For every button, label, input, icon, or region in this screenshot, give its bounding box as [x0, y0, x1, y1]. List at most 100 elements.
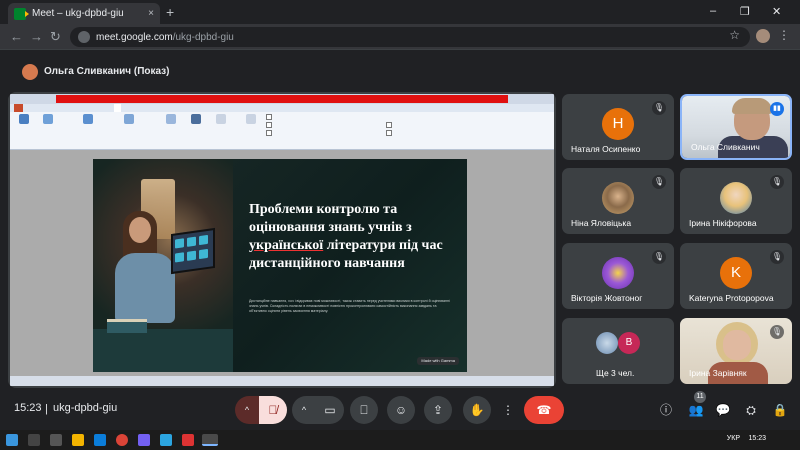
ppt-ribbon-tabs [10, 104, 554, 112]
chrome-icon[interactable] [116, 434, 128, 446]
browser-tab-bar: Meet – ukg-dpbd-giu × + – ❐ ✕ [0, 0, 800, 24]
telegram-icon[interactable] [160, 434, 172, 446]
leave-call-button[interactable]: ☎ [524, 396, 564, 424]
start-icon[interactable] [6, 434, 18, 446]
ppt-title-highlight [56, 95, 508, 103]
meeting-code: ukg-dpbd-giu [53, 402, 118, 414]
tab-close-icon[interactable]: × [148, 8, 154, 19]
mic-toggle-button[interactable]: 🎙̸ [259, 396, 287, 424]
mic-off-icon: 🎙̸ [268, 403, 278, 417]
participant-name: Ірина Нікіфорова [689, 218, 757, 228]
ppt-canvas: Проблеми контролю та оцінювання знань уч… [10, 150, 554, 376]
meeting-time: 15:23 [14, 402, 42, 414]
camera-options-button[interactable]: ^ [292, 396, 316, 424]
avatar: K [720, 257, 752, 289]
mic-off-icon: 🎙 [652, 175, 666, 189]
present-button[interactable]: ⇪ [424, 396, 452, 424]
chrome-active-icon[interactable] [202, 434, 218, 446]
ppt-file-tab [14, 104, 24, 112]
search-icon[interactable] [28, 434, 40, 446]
presenting-bar: Ольга Сливканич (Показ) [8, 58, 792, 86]
ppt-tab [68, 104, 69, 112]
present-icon: ⇪ [432, 403, 444, 417]
language-indicator[interactable]: УКР [727, 435, 740, 442]
profile-avatar[interactable] [756, 29, 770, 43]
desk [93, 329, 233, 372]
people-count-badge: 11 [694, 391, 706, 403]
camera-toggle-button[interactable]: ▭ [316, 396, 344, 424]
participant-tile[interactable]: 🎙 Ніна Яловіцька [562, 168, 674, 234]
mic-off-icon: 🎙 [770, 325, 784, 339]
ppt-title-bar [10, 94, 554, 104]
maximize-button[interactable]: ❐ [740, 5, 750, 18]
mic-options-button[interactable]: ^ [235, 396, 259, 424]
ppt-tab-active [113, 104, 121, 112]
slide-body: Дистанційне навчання, хоч і відкриває но… [249, 299, 450, 313]
separator: | [45, 403, 48, 415]
url-path: /ukg-dpbd-giu [172, 31, 234, 43]
tab-title: Meet – ukg-dpbd-giu [32, 8, 124, 19]
more-vert-icon: ⋮ [502, 403, 514, 417]
gamma-badge: Made with Gamma [417, 357, 459, 365]
participant-tile[interactable]: 🎙 Вікторія Жовтоног [562, 243, 674, 309]
presenter-avatar [22, 64, 38, 80]
new-tab-button[interactable]: + [166, 4, 174, 20]
participant-tile[interactable]: 🎙 Ірина Зарівняк [680, 318, 792, 384]
bookmark-star-icon[interactable]: ☆ [729, 28, 740, 42]
url-input[interactable]: meet.google.com/ukg-dpbd-giu [70, 27, 750, 47]
viber-icon[interactable] [138, 434, 150, 446]
participant-tile[interactable]: K 🎙 Kateryna Protopopova [680, 243, 792, 309]
ppt-ribbon-button [210, 114, 232, 148]
ppt-checkbox [386, 130, 395, 136]
pdf-icon[interactable] [182, 434, 194, 446]
task-view-icon[interactable] [50, 434, 62, 446]
chat-icon[interactable]: 💬 [713, 400, 733, 420]
captions-button[interactable]: ⎕ [350, 396, 378, 424]
url-host: meet.google.com [96, 31, 173, 43]
activities-icon[interactable]: ⛭ [741, 400, 761, 420]
ppt-checkbox [266, 122, 275, 128]
file-explorer-icon[interactable] [72, 434, 84, 446]
forward-icon[interactable]: → [30, 29, 43, 44]
hangup-icon: ☎ [536, 403, 552, 417]
presentation-tile[interactable]: Проблеми контролю та оцінювання знань уч… [8, 92, 556, 388]
reload-icon[interactable]: ↻ [50, 29, 61, 45]
more-participants-label: Ще 3 чел. [596, 368, 635, 378]
browser-menu-icon[interactable]: ⋮ [778, 28, 790, 42]
minimize-button[interactable]: – [710, 5, 716, 17]
os-taskbar: УКР 15:23 [0, 430, 800, 450]
mic-off-icon: 🎙 [652, 250, 666, 264]
ppt-status-bar [10, 376, 554, 386]
ppt-ribbon-button [38, 114, 58, 148]
close-window-button[interactable]: ✕ [772, 5, 781, 18]
mic-off-icon: 🎙 [770, 175, 784, 189]
participant-tile[interactable]: 🎙 Ірина Нікіфорова [680, 168, 792, 234]
participant-tile-active[interactable]: ▮▮ Ольга Сливканич [680, 94, 792, 160]
edge-icon[interactable] [94, 434, 106, 446]
participant-tile[interactable]: Н 🎙 Наталя Осипенко [562, 94, 674, 160]
people-icon[interactable]: 👥 [686, 400, 706, 420]
hand-icon: ✋ [469, 403, 485, 417]
browser-tab[interactable]: Meet – ukg-dpbd-giu × [8, 3, 160, 24]
avatar: Н [602, 108, 634, 140]
more-participants-tile[interactable]: В Ще 3 чел. [562, 318, 674, 384]
info-icon[interactable]: ⓘ [656, 400, 676, 420]
avatar [602, 182, 634, 214]
avatar [596, 332, 618, 354]
clock[interactable]: 15:23 [748, 435, 766, 442]
captions-icon: ⎕ [360, 403, 368, 417]
books [107, 319, 147, 333]
host-controls-icon[interactable]: 🔒 [770, 400, 790, 420]
participant-name: Ірина Зарівняк [689, 368, 747, 378]
ppt-tab [98, 104, 99, 112]
ppt-ribbon-button [68, 114, 108, 148]
slide-title: Проблеми контролю та оцінювання знань уч… [249, 201, 455, 273]
site-info-icon[interactable] [78, 31, 90, 43]
shared-screen: Проблеми контролю та оцінювання знань уч… [10, 94, 554, 386]
reactions-button[interactable]: ☺ [387, 396, 415, 424]
ppt-ribbon-button [114, 114, 144, 148]
more-options-button[interactable]: ⋮ [498, 396, 518, 424]
back-icon[interactable]: ← [10, 29, 23, 44]
address-bar: ← → ↻ meet.google.com/ukg-dpbd-giu ☆ ⋮ [0, 24, 800, 50]
raise-hand-button[interactable]: ✋ [463, 396, 491, 424]
